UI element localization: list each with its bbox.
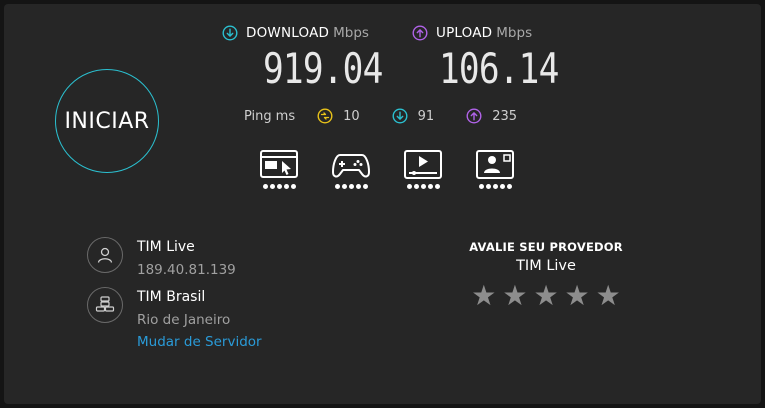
jitter-icon: [317, 108, 333, 124]
server-name: TIM Brasil: [137, 289, 206, 305]
start-button[interactable]: INICIAR: [55, 69, 159, 173]
ping-download-value: 91: [417, 108, 435, 124]
client-ip: 189.40.81.139: [137, 262, 236, 278]
web-browsing-icon: [260, 150, 298, 178]
rate-title: AVALIE SEU PROVEDOR: [469, 240, 623, 254]
upload-header: UPLOAD Mbps: [412, 25, 532, 41]
upload-arrow-icon: [466, 108, 482, 124]
client-info: TIM Live 189.40.81.139: [87, 237, 236, 279]
ping-label: Ping: [244, 108, 272, 124]
download-label: DOWNLOAD: [246, 25, 330, 41]
test-icons: [259, 150, 547, 189]
ping-download: 91: [392, 108, 435, 124]
test-rating-dots: [406, 184, 441, 189]
start-button-label: INICIAR: [64, 108, 150, 134]
ping-unit: ms: [275, 108, 296, 124]
star-2-icon[interactable]: ★: [502, 280, 527, 312]
gaming-controller-icon: [332, 154, 370, 178]
star-4-icon[interactable]: ★: [565, 280, 590, 312]
ping-upload-value: 235: [492, 108, 518, 124]
test-gaming[interactable]: [331, 150, 371, 189]
ping-idle-value: 10: [343, 108, 360, 124]
test-rating-dots: [334, 184, 369, 189]
star-3-icon[interactable]: ★: [533, 280, 558, 312]
change-server-link[interactable]: Mudar de Servidor: [137, 333, 262, 351]
video-streaming-icon: [404, 150, 442, 179]
test-rating-dots: [478, 184, 513, 189]
rate-provider: AVALIE SEU PROVEDOR TIM Live ★ ★ ★ ★ ★: [464, 240, 628, 312]
star-1-icon[interactable]: ★: [471, 280, 496, 312]
server-info: TIM Brasil Rio de Janeiro Mudar de Servi…: [87, 287, 262, 351]
ping-row: Ping ms 10 91 235: [244, 108, 517, 124]
avatar: [87, 237, 123, 273]
rate-provider-name: TIM Live: [516, 258, 576, 274]
download-arrow-icon: [222, 25, 238, 41]
ping-upload: 235: [466, 108, 517, 124]
test-video-call[interactable]: [475, 150, 515, 189]
test-streaming[interactable]: [403, 150, 443, 189]
star-rating: ★ ★ ★ ★ ★: [468, 280, 624, 312]
upload-unit: Mbps: [496, 25, 533, 41]
test-rating-dots: [262, 184, 297, 189]
server-avatar: [87, 287, 123, 323]
client-isp: TIM Live: [137, 239, 195, 255]
download-value: 919.04: [263, 44, 383, 93]
test-web-browsing[interactable]: [259, 150, 299, 189]
video-call-icon: [476, 150, 514, 179]
person-icon: [97, 247, 113, 263]
upload-label: UPLOAD: [436, 25, 493, 41]
server-location: Rio de Janeiro: [137, 312, 231, 328]
ping-idle: 10: [317, 108, 360, 124]
download-arrow-icon: [392, 108, 408, 124]
download-unit: Mbps: [333, 25, 369, 41]
upload-value: 106.14: [439, 44, 559, 93]
download-header: DOWNLOAD Mbps: [222, 25, 369, 41]
upload-arrow-icon: [412, 25, 428, 41]
server-icon: [95, 296, 115, 312]
speedtest-panel: INICIAR DOWNLOAD Mbps 919.04 UPLOAD Mbps…: [4, 4, 761, 404]
star-5-icon[interactable]: ★: [596, 280, 621, 312]
